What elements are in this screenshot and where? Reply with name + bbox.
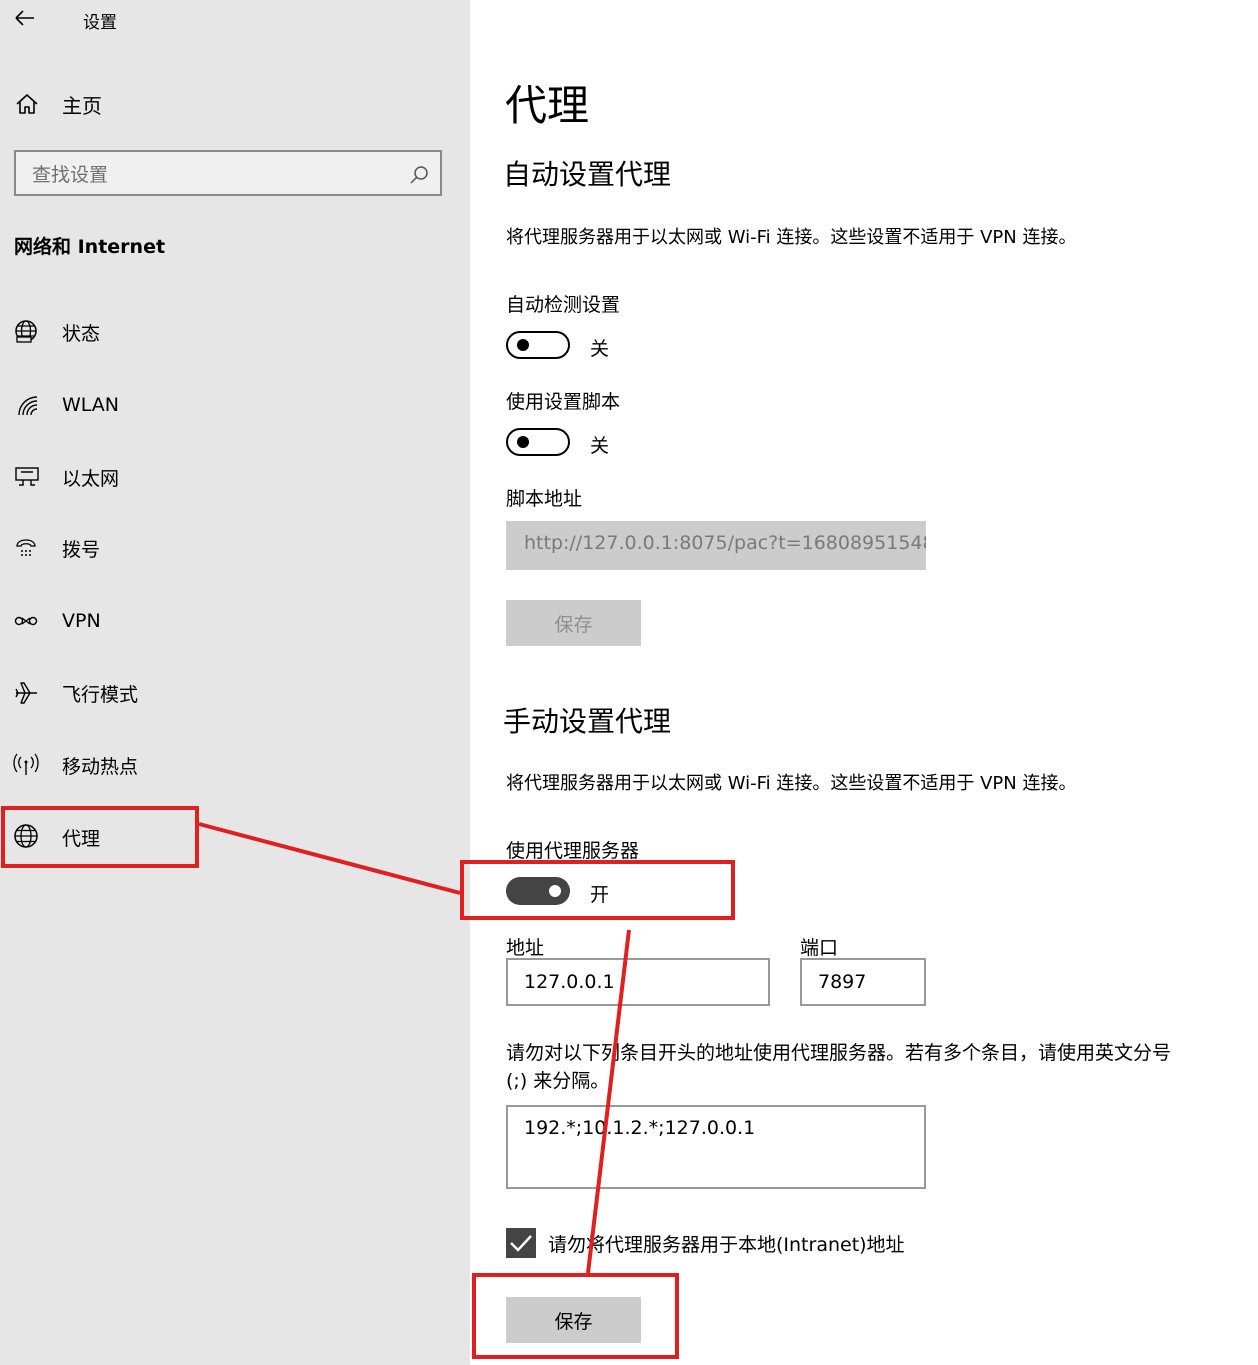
wifi-icon (18, 396, 38, 416)
setup-script-label: 使用设置脚本 (506, 391, 621, 413)
toggle-knob (549, 885, 561, 897)
toggle-knob (517, 339, 529, 351)
back-arrow-icon (15, 10, 34, 26)
airplane-icon (15, 682, 37, 704)
search-input[interactable] (30, 160, 394, 190)
exceptions-description: 请勿对以下列条目开头的地址使用代理服务器。若有多个条目，请使用英文分号 (;) … (506, 1042, 1172, 1092)
sidebar-item-dialup[interactable]: 拨号 (0, 523, 470, 573)
sidebar-item-wlan[interactable]: WLAN (0, 380, 470, 430)
search-box[interactable] (14, 150, 442, 196)
page-title: 代理 (505, 81, 590, 130)
auto-detect-toggle[interactable] (506, 331, 570, 359)
sidebar: 设置 主页 网络和 Internet 状态 WLAN (0, 0, 470, 1365)
address-label: 地址 (506, 937, 545, 959)
sidebar-item-label: 代理 (62, 827, 101, 850)
sidebar-item-hotspot[interactable]: 移动热点 (0, 740, 470, 790)
setup-script-state: 关 (590, 435, 610, 457)
setup-script-toggle[interactable] (506, 428, 570, 456)
sidebar-item-proxy[interactable]: 代理 (0, 812, 470, 862)
sidebar-item-label: VPN (62, 610, 101, 632)
manual-proxy-heading: 手动设置代理 (503, 705, 672, 738)
auto-detect-label: 自动检测设置 (506, 294, 621, 316)
sidebar-item-vpn[interactable]: VPN (0, 596, 470, 646)
vpn-icon (14, 616, 38, 626)
exceptions-textarea[interactable]: 192.*;10.1.2.*;127.0.0.1 (506, 1105, 926, 1189)
back-button[interactable] (12, 6, 40, 30)
port-label: 端口 (800, 937, 839, 959)
app-title: 设置 (83, 13, 117, 33)
sidebar-item-status[interactable]: 状态 (0, 307, 470, 357)
sidebar-item-label: WLAN (62, 394, 120, 416)
home-label: 主页 (62, 93, 102, 118)
hotspot-icon (13, 753, 39, 775)
script-address-field: http://127.0.0.1:8075/pac?t=168089515488 (506, 521, 926, 570)
local-bypass-checkbox[interactable] (506, 1228, 536, 1258)
home-icon (16, 94, 38, 114)
manual-proxy-description: 将代理服务器用于以太网或 Wi-Fi 连接。这些设置不适用于 VPN 连接。 (506, 773, 1077, 794)
sidebar-item-label: 以太网 (62, 467, 120, 490)
address-input[interactable] (506, 958, 770, 1006)
manual-save-button[interactable]: 保存 (506, 1297, 641, 1343)
sidebar-item-label: 飞行模式 (62, 683, 139, 706)
sidebar-item-label: 移动热点 (62, 755, 139, 778)
sidebar-item-ethernet[interactable]: 以太网 (0, 452, 470, 502)
globe-status-icon (15, 320, 37, 343)
section-title: 网络和 Internet (14, 236, 166, 258)
local-bypass-label: 请勿将代理服务器用于本地(Intranet)地址 (548, 1234, 905, 1256)
home-nav[interactable]: 主页 (14, 88, 102, 120)
use-proxy-label: 使用代理服务器 (506, 840, 640, 862)
toggle-knob (517, 436, 529, 448)
auto-proxy-description: 将代理服务器用于以太网或 Wi-Fi 连接。这些设置不适用于 VPN 连接。 (506, 227, 1077, 248)
ethernet-icon (15, 467, 39, 486)
sidebar-item-label: 状态 (62, 322, 101, 345)
port-input[interactable] (800, 958, 926, 1006)
auto-save-button: 保存 (506, 600, 641, 646)
sidebar-item-label: 拨号 (62, 538, 101, 561)
dialup-icon (16, 539, 36, 556)
sidebar-item-airplane[interactable]: 飞行模式 (0, 668, 470, 718)
auto-proxy-heading: 自动设置代理 (503, 158, 672, 191)
globe-icon (14, 824, 38, 848)
use-proxy-state: 开 (590, 884, 610, 906)
use-proxy-toggle[interactable] (506, 877, 570, 905)
script-address-label: 脚本地址 (506, 488, 583, 510)
checkmark-icon (510, 1235, 532, 1252)
auto-detect-state: 关 (590, 338, 610, 360)
search-icon (410, 166, 428, 184)
